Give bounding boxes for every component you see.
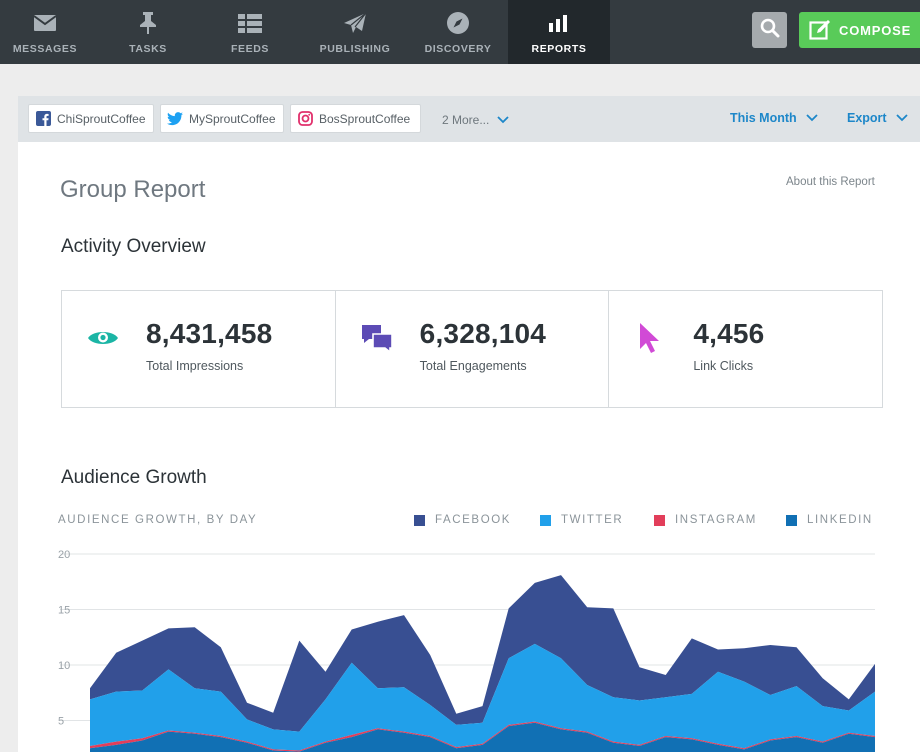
link-clicks-value: 4,456: [693, 318, 765, 349]
paper-plane-icon: [342, 10, 368, 36]
nav-item-discovery[interactable]: DISCOVERY: [407, 0, 509, 64]
top-nav: MESSAGES TASKS FEEDS PUBLISHING DISCOVER…: [0, 0, 920, 64]
link-clicks-label: Link Clicks: [693, 359, 754, 373]
legend-item-instagram[interactable]: INSTAGRAM: [654, 514, 757, 526]
profile-chip-bossproutcoffee[interactable]: BosSproutCoffee: [290, 104, 421, 133]
legend-swatch: [414, 514, 425, 526]
legend-label: TWITTER: [561, 514, 624, 526]
chevron-down-icon: [497, 116, 509, 124]
profile-chip-chisproutcoffee[interactable]: ChiSproutCoffee: [28, 104, 154, 133]
stat-card-engagements: 6,328,104 Total Engagements: [336, 291, 610, 407]
more-profiles-dropdown[interactable]: 2 More...: [442, 113, 509, 127]
list-icon: [237, 10, 263, 36]
search-button[interactable]: [752, 12, 787, 48]
legend-item-facebook[interactable]: FACEBOOK: [414, 514, 511, 526]
legend-label: FACEBOOK: [435, 514, 512, 526]
impressions-label: Total Impressions: [146, 359, 244, 373]
legend-label: LINKEDIN: [807, 514, 873, 526]
activity-overview-heading: Activity Overview: [61, 236, 206, 257]
report-panel: ChiSproutCoffee MySproutCoffee BosSprout…: [18, 96, 920, 752]
nav-item-messages[interactable]: MESSAGES: [0, 0, 96, 64]
profile-name: BosSproutCoffee: [319, 111, 411, 126]
chevron-down-icon: [806, 114, 818, 122]
engagements-label: Total Engagements: [419, 359, 527, 373]
instagram-icon: [297, 111, 313, 127]
date-range-label: This Month: [730, 111, 797, 125]
audience-growth-heading: Audience Growth: [61, 467, 207, 488]
nav-label: PUBLISHING: [319, 43, 391, 55]
profile-chip-mysproutcoffee[interactable]: MySproutCoffee: [160, 104, 284, 133]
nav-item-reports[interactable]: REPORTS: [508, 0, 610, 64]
engagements-value: 6,328,104: [419, 318, 547, 349]
y-tick-label: 20: [58, 549, 70, 561]
twitter-icon: [167, 111, 183, 127]
facebook-icon: [35, 111, 51, 127]
stat-card-link-clicks: 4,456 Link Clicks: [609, 291, 882, 407]
date-range-dropdown[interactable]: This Month: [730, 111, 818, 125]
about-report-link[interactable]: About this Report: [786, 176, 875, 188]
legend-swatch: [654, 514, 665, 526]
nav-label: FEEDS: [230, 43, 269, 55]
legend-item-twitter[interactable]: TWITTER: [540, 514, 623, 526]
pin-icon: [135, 10, 161, 36]
nav-label: REPORTS: [531, 43, 587, 55]
search-icon: [760, 18, 780, 43]
nav-label: DISCOVERY: [424, 43, 492, 55]
chart-subtitle: AUDIENCE GROWTH, BY DAY: [58, 514, 258, 526]
nav-item-feeds[interactable]: FEEDS: [199, 0, 301, 64]
page-title: Group Report: [60, 176, 206, 203]
cursor-icon: [633, 321, 667, 355]
legend-swatch: [786, 514, 797, 526]
nav-item-publishing[interactable]: PUBLISHING: [304, 0, 406, 64]
filter-bar: ChiSproutCoffee MySproutCoffee BosSprout…: [18, 96, 920, 142]
compose-label: COMPOSE: [839, 22, 912, 38]
export-dropdown[interactable]: Export: [847, 111, 908, 125]
nav-label: TASKS: [129, 43, 167, 55]
nav-label: MESSAGES: [12, 43, 78, 55]
activity-stats: 8,431,458 Total Impressions 6,328,104 To…: [61, 290, 883, 408]
profile-name: MySproutCoffee: [189, 111, 276, 126]
export-label: Export: [847, 111, 887, 125]
compose-icon: [809, 19, 831, 41]
nav-item-tasks[interactable]: TASKS: [97, 0, 199, 64]
compose-button[interactable]: COMPOSE: [799, 12, 920, 48]
legend-label: INSTAGRAM: [675, 514, 757, 526]
audience-growth-chart: 5 10 15 20: [58, 549, 875, 752]
chevron-down-icon: [895, 114, 908, 122]
compass-icon: [445, 10, 471, 36]
legend-item-linkedin[interactable]: LINKEDIN: [786, 514, 873, 526]
profile-name: ChiSproutCoffee: [57, 111, 146, 126]
impressions-value: 8,431,458: [146, 318, 273, 349]
bar-chart-icon: [546, 10, 572, 36]
envelope-icon: [32, 10, 58, 36]
more-profiles-label: 2 More...: [442, 113, 490, 127]
y-tick-label: 10: [58, 660, 70, 672]
chat-bubbles-icon: [360, 321, 394, 355]
y-tick-label: 5: [58, 716, 64, 728]
y-tick-label: 15: [58, 605, 70, 617]
stat-card-impressions: 8,431,458 Total Impressions: [62, 291, 336, 407]
eye-icon: [86, 321, 120, 355]
legend-swatch: [540, 514, 551, 526]
